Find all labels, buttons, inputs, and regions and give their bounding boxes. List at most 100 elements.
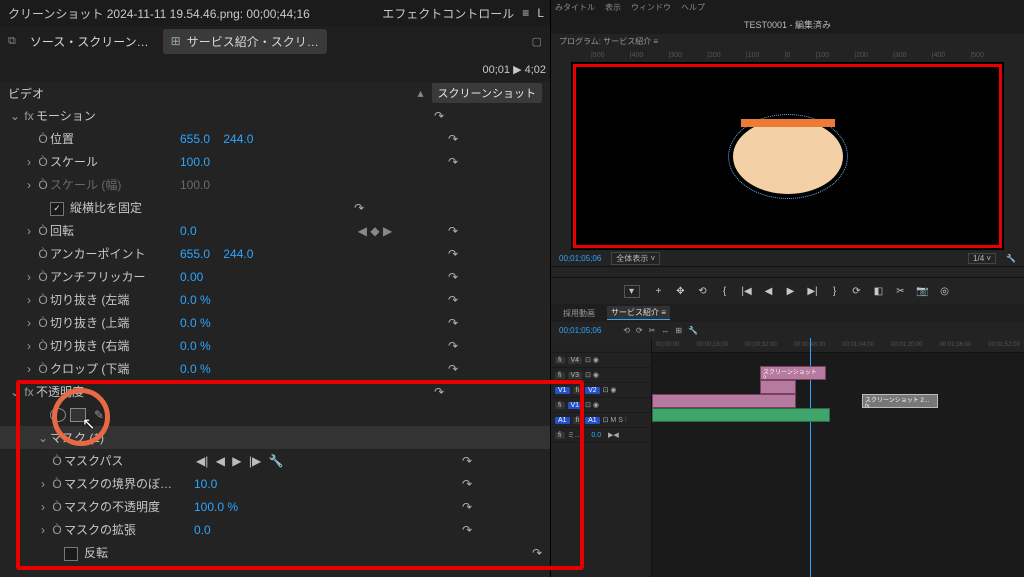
tl-tool-icon[interactable]: ⊞	[675, 326, 682, 335]
extract-icon[interactable]: ✂	[894, 286, 908, 297]
value-y[interactable]: 244.0	[223, 247, 253, 261]
track-header-v4[interactable]: fiV4⊡ ◉	[551, 353, 651, 368]
disclosure-icon[interactable]: ⌄	[36, 431, 50, 445]
value[interactable]: 0.0 %	[180, 362, 340, 376]
drag-icon[interactable]: ✥	[674, 286, 688, 297]
kf-add-icon[interactable]: ◆	[370, 224, 379, 238]
disclosure-icon[interactable]: ›	[22, 362, 36, 376]
section-disclosure-icon[interactable]: ▴	[418, 86, 424, 100]
fx-icon[interactable]: fx	[22, 109, 36, 123]
value[interactable]: 10.0	[194, 477, 354, 491]
marker-button[interactable]: ▾	[624, 285, 640, 298]
stopwatch-icon[interactable]: Ò	[36, 293, 50, 307]
in-point-icon[interactable]: {	[718, 286, 732, 297]
menu-item[interactable]: ウィンドウ	[631, 2, 671, 13]
stopwatch-icon[interactable]: Ò	[36, 155, 50, 169]
menu-item[interactable]: 表示	[605, 2, 621, 13]
tl-tool-icon[interactable]: ⟲	[623, 326, 630, 335]
ellipse-mask-button[interactable]	[50, 408, 66, 422]
reset-button[interactable]: ↶	[434, 362, 458, 376]
track-header-a1[interactable]: A1fiA1⊡ M S ⫶	[551, 413, 651, 428]
value-x[interactable]: 655.0	[180, 247, 210, 261]
reset-button[interactable]: ↶	[434, 270, 458, 284]
display-mode-select[interactable]: 全体表示 ˅	[611, 252, 660, 265]
value[interactable]: 0.0	[180, 224, 340, 238]
loop-out-icon[interactable]: ⟳	[850, 286, 864, 297]
reset-button[interactable]: ↶	[420, 109, 444, 123]
reset-button[interactable]: ↶	[434, 155, 458, 169]
reset-button[interactable]: ↶	[518, 546, 542, 560]
timeline-timecode[interactable]: 00;01;05;06	[559, 326, 601, 335]
step-fwd-icon[interactable]: ▶|	[806, 286, 820, 297]
play-icon[interactable]: ▶	[232, 454, 241, 468]
stopwatch-icon[interactable]: Ò	[50, 477, 64, 491]
go-prev-icon[interactable]: |◀	[740, 286, 754, 297]
step-back-icon[interactable]: ◀	[762, 286, 776, 297]
value[interactable]: 0.0 %	[180, 339, 340, 353]
reset-button[interactable]: ↶	[448, 500, 472, 514]
disclosure-icon[interactable]: ›	[22, 270, 36, 284]
stopwatch-icon[interactable]: Ò	[36, 339, 50, 353]
menu-item[interactable]: ヘルプ	[681, 2, 705, 13]
settings-icon[interactable]: 🔧	[1006, 254, 1016, 263]
tl-tool-icon[interactable]: 🔧	[688, 326, 698, 335]
timeline-clip[interactable]	[760, 380, 796, 394]
timeline-clip[interactable]	[652, 394, 796, 408]
program-scrubber[interactable]	[551, 266, 1024, 278]
reset-button[interactable]: ↶	[420, 385, 444, 399]
stopwatch-icon[interactable]: Ò	[36, 224, 50, 238]
tl-tool-icon[interactable]: ⟳	[636, 326, 643, 335]
reset-button[interactable]: ↶	[434, 316, 458, 330]
source-switch-icon[interactable]: ⧉	[8, 35, 16, 48]
mask-ellipse-overlay[interactable]	[733, 119, 843, 194]
resolution-select[interactable]: 1/4 ˅	[968, 253, 996, 264]
lift-icon[interactable]: ◧	[872, 286, 886, 297]
sequence-clip-chip[interactable]: ⊞ サービス紹介・スクリ…	[163, 29, 327, 54]
sequence-tab[interactable]: 採用動画	[559, 307, 599, 320]
stopwatch-icon[interactable]: Ò	[36, 362, 50, 376]
reset-button[interactable]: ↶	[340, 201, 364, 215]
disclosure-icon[interactable]: ›	[22, 293, 36, 307]
kf-prev-icon[interactable]: ◀	[358, 224, 367, 238]
rect-mask-button[interactable]	[70, 408, 86, 422]
reset-button[interactable]: ↶	[434, 132, 458, 146]
reset-button[interactable]: ↶	[434, 339, 458, 353]
timeline-audio-clip[interactable]	[652, 408, 830, 422]
stopwatch-icon[interactable]: Ò	[50, 500, 64, 514]
timeline-clip[interactable]: スクリーンショット 2…	[760, 366, 826, 380]
tl-tool-icon[interactable]: ↔	[661, 326, 669, 335]
reset-button[interactable]: ↶	[448, 523, 472, 537]
stopwatch-icon[interactable]: Ò	[36, 132, 50, 146]
add-marker-icon[interactable]: +	[652, 286, 666, 297]
timeline-ruler[interactable]: 00;00;0000;00;16;0000;00;32;0000;00;48;0…	[652, 338, 1024, 353]
track-header-mix[interactable]: fiミ… 0.0 ▶◀	[551, 428, 651, 443]
reset-button[interactable]: ↶	[434, 224, 458, 238]
timeline-clip-selected[interactable]: スクリーンショット 2… fx	[862, 394, 938, 408]
sequence-tab-active[interactable]: サービス紹介 ≡	[607, 306, 670, 320]
track-fwd-icon[interactable]: |▶	[249, 454, 261, 468]
source-clip-chip[interactable]: ソース・スクリーン…	[22, 29, 157, 54]
invert-checkbox[interactable]	[64, 547, 78, 561]
motion-group[interactable]: ⌄ fx モーション ↶	[0, 104, 550, 127]
stopwatch-icon[interactable]: Ò	[36, 247, 50, 261]
disclosure-icon[interactable]: ›	[22, 155, 36, 169]
menu-item[interactable]: みタイトル	[555, 2, 595, 13]
program-timecode[interactable]: 00;01;05;06	[559, 254, 601, 263]
stopwatch-icon[interactable]: Ò	[50, 523, 64, 537]
timeline-content[interactable]: 00;00;0000;00;16;0000;00;32;0000;00;48;0…	[652, 338, 1024, 577]
loop-icon[interactable]: ⟲	[696, 286, 710, 297]
disclosure-icon[interactable]: ›	[22, 316, 36, 330]
value[interactable]: 0.0	[194, 523, 354, 537]
value[interactable]: 0.0 %	[180, 293, 340, 307]
prev-frame-icon[interactable]: ◀	[216, 454, 225, 468]
reset-button[interactable]: ↶	[434, 293, 458, 307]
out-point-icon[interactable]: }	[828, 286, 842, 297]
reset-button[interactable]: ↶	[434, 247, 458, 261]
disclosure-icon[interactable]: ›	[36, 500, 50, 514]
pen-mask-button[interactable]: ✎	[94, 408, 104, 422]
reset-button[interactable]: ↶	[448, 477, 472, 491]
stopwatch-icon[interactable]: Ò	[50, 454, 64, 468]
disclosure-icon[interactable]: ›	[22, 224, 36, 238]
track-settings-icon[interactable]: 🔧	[269, 454, 284, 468]
value-x[interactable]: 655.0	[180, 132, 210, 146]
